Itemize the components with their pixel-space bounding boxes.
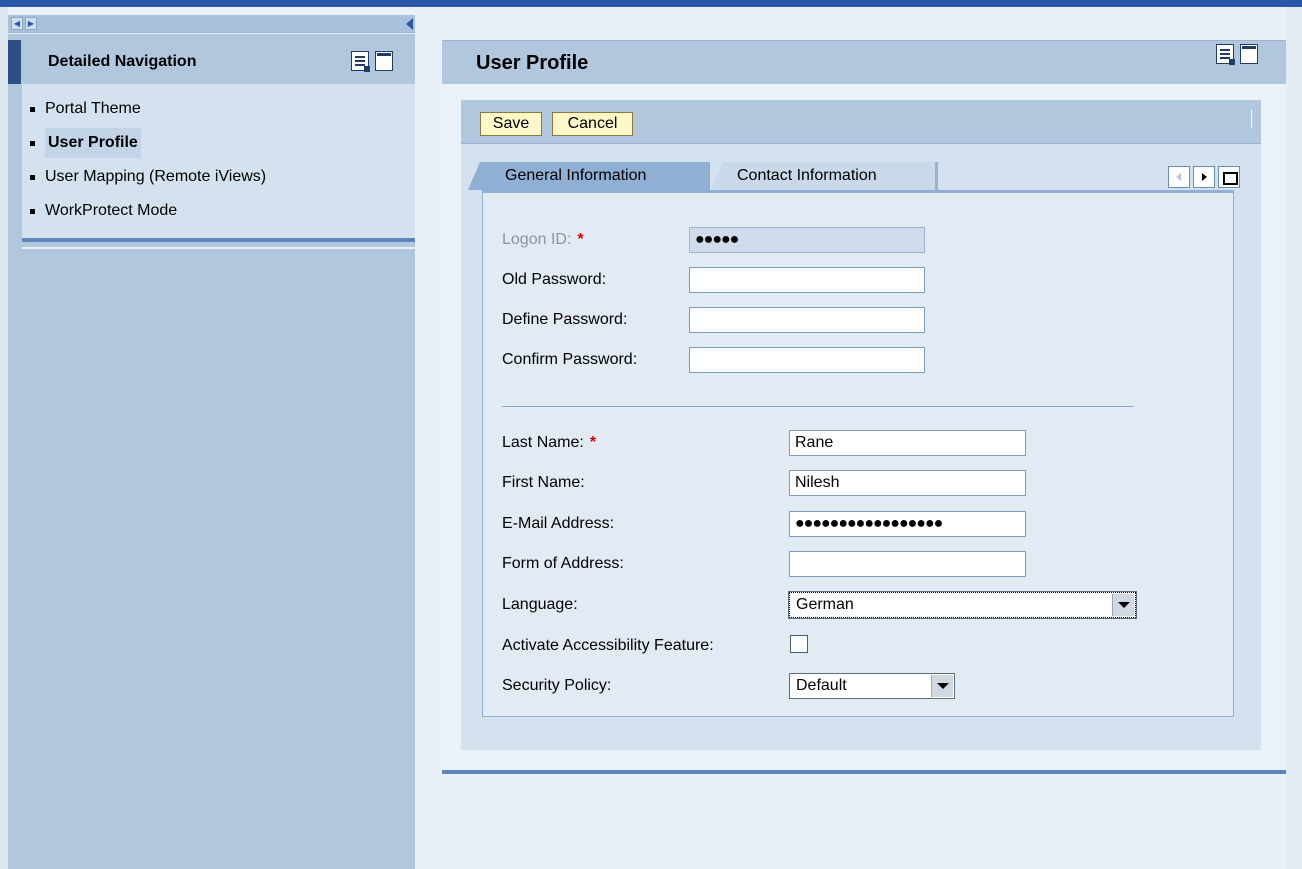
next-tab-icon[interactable] [1193, 166, 1215, 188]
collapse-arrows[interactable]: ◀ ▶ [11, 17, 41, 30]
nav-item-user-mapping[interactable]: User Mapping (Remote iViews) [30, 160, 415, 194]
nav-item-label: WorkProtect Mode [45, 202, 178, 219]
save-button[interactable]: Save [480, 112, 542, 136]
bullet-icon [30, 140, 35, 146]
previous-tab-icon[interactable] [1168, 166, 1190, 188]
form-card: Save Cancel General Information Contact … [461, 100, 1261, 750]
old-password-label: Old Password: [502, 271, 607, 288]
nav-item-portal-theme[interactable]: Portal Theme [30, 92, 415, 126]
logon-id-value: ●●●●● [695, 231, 739, 248]
general-information-content: Logon ID: * ●●●●● Old Password: Define Pa… [482, 190, 1234, 717]
required-marker: * [589, 434, 597, 451]
define-password-label: Define Password: [502, 311, 628, 328]
toolbar: Save Cancel [461, 100, 1261, 144]
accessibility-label: Activate Accessibility Feature: [502, 637, 714, 654]
navigation-header: Detailed Navigation [8, 40, 415, 84]
tab-general-information[interactable]: General Information [468, 162, 710, 190]
email-label: E-Mail Address: [502, 515, 615, 532]
detailed-navigation-panel: Detailed Navigation Portal Theme User Pr… [8, 34, 415, 869]
navigation-collapse-bar[interactable]: ◀ ▶ [8, 15, 415, 33]
last-name-field[interactable] [789, 430, 1026, 456]
toolbar-divider [1251, 110, 1252, 128]
old-password-field[interactable] [689, 267, 925, 293]
nav-item-label: User Mapping (Remote iViews) [45, 168, 267, 185]
form-of-address-field[interactable] [789, 551, 1026, 577]
required-marker: * [577, 231, 584, 248]
collapse-right-icon[interactable]: ▶ [25, 17, 37, 30]
logon-id-label-text: Logon ID: [502, 231, 572, 248]
user-profile-panel: User Profile Save Cancel General Informa… [442, 40, 1286, 780]
right-edge [1286, 7, 1302, 869]
collapse-triangle-icon[interactable] [406, 18, 413, 30]
navigation-list: Portal Theme User Profile User Mapping (… [22, 84, 415, 242]
section-divider [502, 406, 1134, 407]
left-edge [0, 7, 8, 869]
define-password-field[interactable] [689, 307, 925, 333]
language-select[interactable]: German [788, 591, 1137, 619]
minimize-icon[interactable] [375, 51, 393, 71]
bullet-icon [30, 174, 35, 180]
navigation-header-icons [351, 51, 393, 72]
dropdown-arrow-icon[interactable] [1112, 594, 1134, 616]
language-value: German [796, 596, 854, 613]
language-label: Language: [502, 596, 578, 613]
navigation-title: Detailed Navigation [48, 53, 197, 70]
tab-strip: General Information Contact Information [468, 162, 1240, 190]
first-name-label: First Name: [502, 474, 585, 491]
options-menu-icon[interactable] [1216, 44, 1235, 65]
last-name-label: Last Name: * [502, 433, 596, 453]
form-of-address-label: Form of Address: [502, 555, 624, 572]
nav-item-workprotect-mode[interactable]: WorkProtect Mode [30, 194, 415, 228]
tab-list-icon[interactable] [1218, 166, 1240, 188]
tab-navigation [1168, 166, 1240, 188]
security-policy-label: Security Policy: [502, 677, 612, 694]
page-title: User Profile [476, 52, 589, 74]
dropdown-arrow-icon[interactable] [931, 675, 953, 697]
security-policy-select[interactable]: Default [789, 673, 955, 699]
nav-item-label: Portal Theme [45, 100, 141, 117]
email-field[interactable]: ●●●●●●●●●●●●●●●●● [789, 511, 1026, 537]
main-header: User Profile [442, 40, 1286, 84]
minimize-icon[interactable] [1240, 44, 1258, 64]
security-policy-value: Default [796, 677, 847, 694]
options-menu-icon[interactable] [351, 51, 370, 72]
bullet-icon [30, 208, 35, 214]
navigation-header-accent [8, 40, 21, 84]
cancel-button[interactable]: Cancel [552, 112, 633, 136]
logon-id-label: Logon ID: * [502, 230, 584, 250]
last-name-label-text: Last Name: [502, 434, 584, 451]
tab-contact-information[interactable]: Contact Information [711, 162, 938, 190]
email-value: ●●●●●●●●●●●●●●●●● [795, 515, 943, 532]
main-body: Save Cancel General Information Contact … [442, 84, 1286, 774]
main-header-icons [1216, 44, 1258, 65]
logon-id-field: ●●●●● [689, 227, 925, 253]
collapse-left-icon[interactable]: ◀ [11, 17, 23, 30]
accessibility-checkbox[interactable] [790, 635, 808, 653]
nav-item-user-profile[interactable]: User Profile [30, 126, 415, 160]
navigation-separator [22, 247, 415, 249]
nav-item-label: User Profile [45, 128, 141, 158]
top-border [0, 0, 1302, 7]
confirm-password-field[interactable] [689, 347, 925, 373]
confirm-password-label: Confirm Password: [502, 351, 638, 368]
bullet-icon [30, 106, 35, 112]
first-name-field[interactable] [789, 470, 1026, 496]
